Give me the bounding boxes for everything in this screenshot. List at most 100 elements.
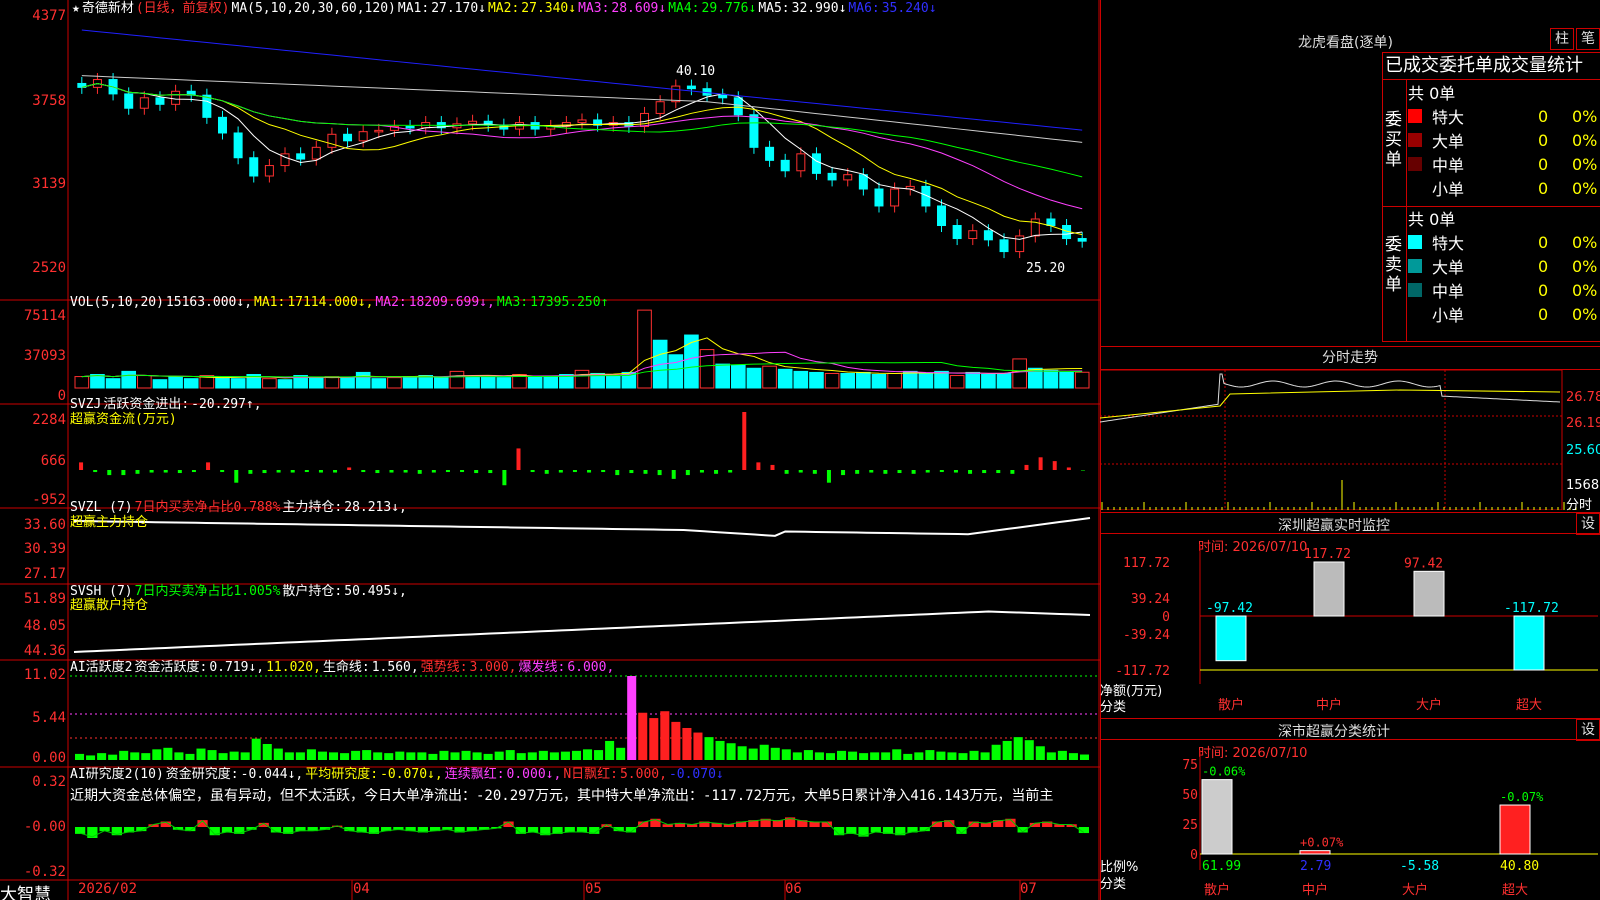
flow-bar: [1010, 470, 1015, 474]
activity-bar: [218, 753, 228, 760]
candle: [811, 153, 821, 174]
activity-bar: [329, 752, 339, 760]
ma-line: [81, 82, 1083, 240]
vol-tick-2: 37093: [23, 348, 66, 364]
volume-bar: [90, 374, 105, 389]
volume-bar: [840, 372, 856, 389]
candle: [765, 146, 775, 161]
res_header-item: -0.070↓,: [380, 767, 443, 782]
candle: [671, 85, 681, 103]
flow-bar: [798, 470, 803, 473]
activity-bar: [748, 748, 758, 760]
candle: [405, 125, 415, 129]
svzl-tick-3: 27.17: [23, 566, 66, 582]
cl-change-label: +0.07%: [1300, 836, 1344, 850]
flow-bar: [841, 470, 846, 476]
volume-bar: [809, 371, 824, 389]
candle: [952, 225, 962, 240]
ma_header-item: MA6:: [848, 1, 880, 16]
svzl_header-item: 主力持仓:: [282, 500, 343, 515]
cl-stat-chart: 75 50 25 0 -0.06% 61.99 散户 +0.07% 2.79 中户 -5.58 大户 -…: [1182, 750, 1598, 898]
cl-value-label: 61.99: [1202, 859, 1241, 874]
flow-bar: [911, 470, 916, 474]
cl-y-tick: 25: [1182, 818, 1198, 833]
intraday-tick-1: 26.78: [1566, 390, 1600, 405]
flow-bar: [1080, 470, 1085, 471]
volume-bar: [262, 378, 277, 389]
ma-line: [81, 82, 1083, 236]
volume-bar: [543, 376, 559, 389]
ai_header-item: 6.000,: [567, 660, 615, 675]
cl-settings-button[interactable]: 设: [1576, 719, 1600, 741]
ai_header-item: 0.719↓,: [209, 660, 265, 675]
svzj-tick-3: -952: [32, 492, 66, 508]
activity-bar: [1002, 740, 1012, 760]
candle: [327, 133, 337, 148]
main-chart-canvas[interactable]: [0, 0, 1100, 900]
activity-bar: [295, 752, 305, 760]
flow-bar: [121, 470, 126, 476]
flow-bar: [206, 462, 211, 470]
svzj_header-item: SVZJ: [70, 397, 102, 412]
sz-category: 中户: [1316, 697, 1342, 713]
flow-bar: [897, 470, 902, 474]
ma_header-item: MA(5,10,20,30,60,120): [231, 1, 396, 16]
flow-bar: [276, 470, 281, 473]
activity-bar: [715, 740, 725, 760]
candle: [843, 174, 853, 181]
ma_header-item: MA2:: [487, 1, 520, 16]
volume-bar: [715, 363, 730, 389]
candle: [686, 85, 696, 90]
candle: [1077, 238, 1087, 242]
svzj-legend: SVZJ 活跃资金进出: -20.297↑,: [70, 397, 262, 413]
flow-bar: [601, 470, 606, 473]
activity-bar: [163, 747, 173, 760]
order-row: 大单 0 0%: [1408, 254, 1600, 278]
volume-bar: [777, 368, 793, 389]
vol_header-item: 17395.250↑: [530, 295, 609, 310]
sell-total: 共 0单: [1408, 210, 1456, 229]
activity-bar: [682, 727, 692, 760]
flow-bar: [389, 470, 394, 473]
volume-bar: [465, 376, 480, 389]
date-label-3: 05: [585, 881, 602, 897]
flow-bar: [657, 470, 662, 476]
res-tick-2: -0.00: [23, 819, 66, 835]
intraday-label: 分时: [1566, 498, 1593, 513]
ai_header-item: 资金活跃度:: [134, 660, 208, 675]
flow-bar: [883, 470, 888, 474]
candle: [249, 157, 259, 177]
research-bar: [75, 827, 86, 834]
ma_header-item: MA3:: [578, 1, 610, 16]
cl-change-label: -0.06%: [1202, 765, 1246, 779]
intraday-chart[interactable]: [1100, 370, 1600, 510]
cl-y-tick: 75: [1182, 758, 1198, 773]
flow-bar: [1066, 467, 1071, 470]
vol-tick-1: 75114: [23, 308, 66, 324]
svzl-subtitle: 超赢主力持仓: [70, 515, 149, 530]
candle: [890, 188, 900, 207]
candle: [733, 97, 743, 116]
volume-bar: [105, 378, 121, 389]
date-label-1: 2026/02: [78, 881, 138, 897]
activity-bar: [560, 751, 570, 760]
activity-bar: [483, 753, 493, 760]
candle: [655, 101, 665, 114]
svzj_header-item: -20.297↑,: [191, 397, 262, 412]
flow-bar: [375, 470, 380, 474]
sz-settings-button[interactable]: 设: [1576, 513, 1600, 535]
volume-bar: [637, 309, 652, 389]
activity-bar: [207, 750, 217, 760]
ma_header-item: 35.240↓: [881, 1, 937, 16]
activity-bar: [538, 750, 548, 760]
dragon-tiger-title: 龙虎看盘(逐单): [1298, 35, 1393, 51]
bar-mode-button[interactable]: 柱: [1550, 28, 1574, 50]
activity-bar: [527, 752, 537, 760]
intraday-avg-line: [1100, 389, 1561, 419]
order-row: 特大 0 0%: [1408, 104, 1600, 128]
cl-stat-title: 深市超赢分类统计: [1278, 724, 1390, 740]
tick-mode-button[interactable]: 笔: [1576, 28, 1600, 50]
candle: [718, 94, 728, 99]
candle: [468, 120, 478, 125]
volume-bar: [730, 364, 746, 389]
